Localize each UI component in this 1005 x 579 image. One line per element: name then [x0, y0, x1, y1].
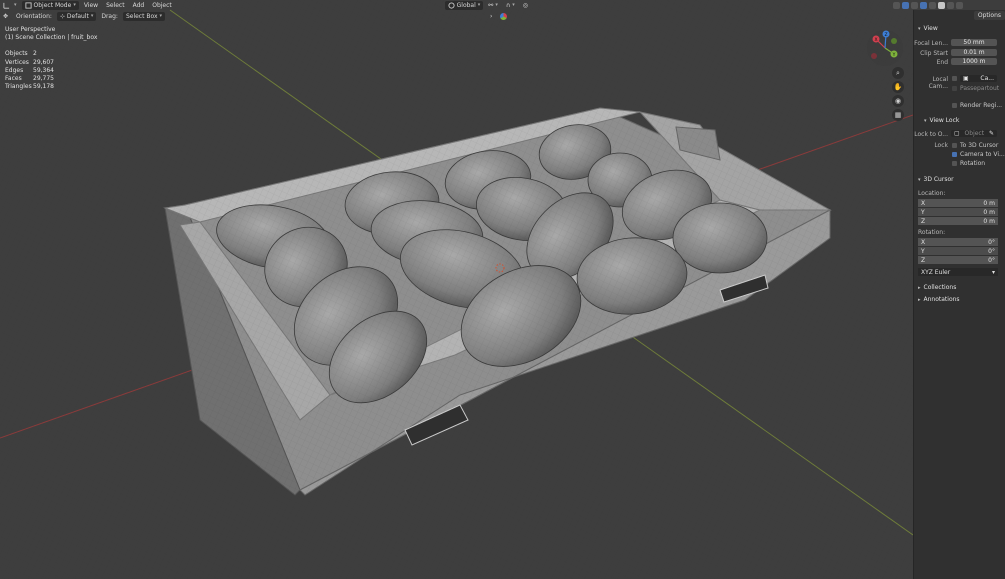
- menu-select[interactable]: Select: [103, 1, 128, 10]
- editor-type-button[interactable]: ▾: [0, 1, 20, 10]
- chevron-down-icon: ▾: [991, 268, 995, 276]
- stat-row: Triangles 59,178: [5, 83, 54, 91]
- clip-start-field[interactable]: 0.01 m: [951, 49, 997, 56]
- rotation-lock-label: Rotation: [960, 160, 986, 167]
- focal-length-label: Focal Len...: [914, 40, 948, 47]
- stat-row: Edges 59,364: [5, 66, 54, 74]
- cursor-rotation-z-field[interactable]: Z 0°: [918, 256, 998, 264]
- view-lock-section-header[interactable]: ▾ View Lock: [924, 117, 959, 124]
- lock-to-object-field[interactable]: ▢ Object ✎: [951, 130, 997, 137]
- mode-label: Object Mode: [33, 1, 72, 9]
- navigation-gizmo[interactable]: X Y Z: [866, 29, 904, 67]
- cursor-rotation-y-field[interactable]: Y 0°: [918, 247, 998, 255]
- lock-to-object-label: Lock to O...: [914, 131, 948, 138]
- stat-row: Objects 2: [5, 50, 37, 58]
- magnet-icon: ∩: [505, 1, 511, 9]
- rotation-mode-dropdown[interactable]: XYZ Euler ▾: [918, 268, 998, 276]
- 3d-viewport[interactable]: ▾ Object Mode ▾ View Select Add Object Gl…: [0, 0, 913, 579]
- viewport-header: ▾ Object Mode ▾ View Select Add Object Gl…: [0, 0, 913, 10]
- rotation-lock-checkbox[interactable]: [952, 161, 957, 166]
- overlay-toolbar: [893, 0, 1005, 10]
- eyedropper-icon: ✎: [988, 130, 994, 137]
- collection-label: (1) Scene Collection | fruit_box: [5, 34, 98, 42]
- object-small-icon: ▢: [954, 130, 960, 137]
- clip-end-label: End: [936, 59, 948, 66]
- transform-orientation-dropdown[interactable]: Global ▾: [444, 0, 484, 10]
- focal-length-field[interactable]: 50 mm: [951, 39, 997, 46]
- svg-text:Z: Z: [884, 32, 887, 38]
- gizmo-toggle-icon[interactable]: [497, 12, 510, 21]
- grid-perspective-icon[interactable]: ▦: [892, 109, 904, 121]
- sidebar-n-panel: Options ▾ View Focal Len... 50 mm Clip St…: [913, 10, 1005, 579]
- passepartout-checkbox[interactable]: [952, 86, 957, 91]
- clip-end-field[interactable]: 1000 m: [951, 58, 997, 65]
- xray-icon[interactable]: [911, 1, 918, 9]
- orientation-dropdown[interactable]: ⊹ Default ▾: [56, 11, 97, 21]
- local-camera-field[interactable]: ▣ Ca...: [960, 75, 997, 82]
- annotations-section-header[interactable]: ▸ Annotations: [918, 296, 960, 303]
- perspective-label: User Perspective: [5, 26, 56, 33]
- camera-small-icon: ▣: [963, 75, 969, 82]
- render-region-label: Render Regi...: [960, 102, 1003, 109]
- rotation-label: Rotation:: [918, 229, 946, 236]
- move-icon: ✥: [3, 12, 9, 20]
- material-shading-icon[interactable]: [947, 1, 954, 9]
- menu-view[interactable]: View: [81, 1, 101, 10]
- snap-button[interactable]: ∩ ▾: [503, 1, 518, 10]
- scene-render: [0, 0, 913, 579]
- rendered-shading-icon[interactable]: [956, 1, 963, 9]
- to-3d-cursor-checkbox[interactable]: [952, 143, 957, 148]
- svg-text:X: X: [874, 37, 877, 43]
- 3d-cursor-section-header[interactable]: ▾ 3D Cursor: [918, 176, 954, 183]
- proportional-button[interactable]: ◎: [520, 1, 531, 10]
- svg-text:Y: Y: [892, 52, 896, 58]
- hand-pan-icon[interactable]: ✋: [892, 81, 904, 93]
- pivot-button[interactable]: ⚯ ▾: [485, 1, 501, 10]
- menu-object[interactable]: Object: [149, 1, 175, 10]
- gizmo-show-icon[interactable]: [920, 1, 927, 9]
- lock-label: Lock: [934, 142, 948, 149]
- passepartout-label: Passepartout: [960, 85, 1000, 92]
- transform-tool-icon-button[interactable]: ✥: [0, 12, 11, 21]
- collapse-arrow-icon[interactable]: ›: [487, 12, 495, 21]
- object-mode-icon: [24, 1, 32, 9]
- drag-dropdown[interactable]: Select Box ▾: [122, 11, 166, 21]
- cursor-location-y-field[interactable]: Y0 m: [918, 208, 998, 216]
- cursor-rotation-x-field[interactable]: X 0°: [918, 238, 998, 246]
- cursor-location-x-field[interactable]: X0 m: [918, 199, 998, 207]
- stat-row: Faces 29,775: [5, 75, 54, 83]
- overlay-icon[interactable]: [902, 1, 909, 9]
- options-button[interactable]: Options: [973, 11, 1005, 20]
- circle-icon: ◎: [522, 1, 528, 9]
- drag-label: Drag:: [101, 12, 118, 20]
- clip-start-label: Clip Start: [920, 50, 948, 57]
- camera-icon[interactable]: ◉: [892, 95, 904, 107]
- zoom-icon[interactable]: ⌕: [892, 67, 904, 79]
- wireframe-shading-icon[interactable]: [929, 1, 936, 9]
- local-camera-label: Local Cam...: [928, 76, 948, 90]
- orientation-icon: ⊹: [59, 12, 65, 20]
- mode-dropdown[interactable]: Object Mode ▾: [21, 0, 79, 10]
- menu-add[interactable]: Add: [130, 1, 148, 10]
- stats-overlay: User Perspective (1) Scene Collection | …: [5, 26, 97, 91]
- tool-header: ✥ Orientation: ⊹ Default ▾ Drag: Select B…: [0, 11, 913, 21]
- stat-row: Vertices 29,607: [5, 58, 54, 66]
- collections-section-header[interactable]: ▸ Collections: [918, 284, 956, 291]
- camera-to-view-label: Camera to Vi...: [960, 151, 1005, 158]
- orientation-label: Orientation:: [16, 12, 52, 20]
- view-section-header[interactable]: ▾ View: [918, 25, 938, 32]
- local-camera-checkbox[interactable]: [952, 76, 957, 81]
- solid-shading-icon[interactable]: [938, 1, 945, 9]
- visibility-icon[interactable]: [893, 1, 900, 9]
- render-region-checkbox[interactable]: [952, 103, 957, 108]
- to-3d-cursor-label: To 3D Cursor: [960, 142, 999, 149]
- axis-icon: [3, 2, 10, 9]
- cursor-location-z-field[interactable]: Z0 m: [918, 217, 998, 225]
- globe-icon: [448, 1, 455, 9]
- camera-to-view-checkbox[interactable]: [952, 152, 957, 157]
- location-label: Location:: [918, 190, 946, 197]
- link-icon: ⚯: [488, 1, 494, 9]
